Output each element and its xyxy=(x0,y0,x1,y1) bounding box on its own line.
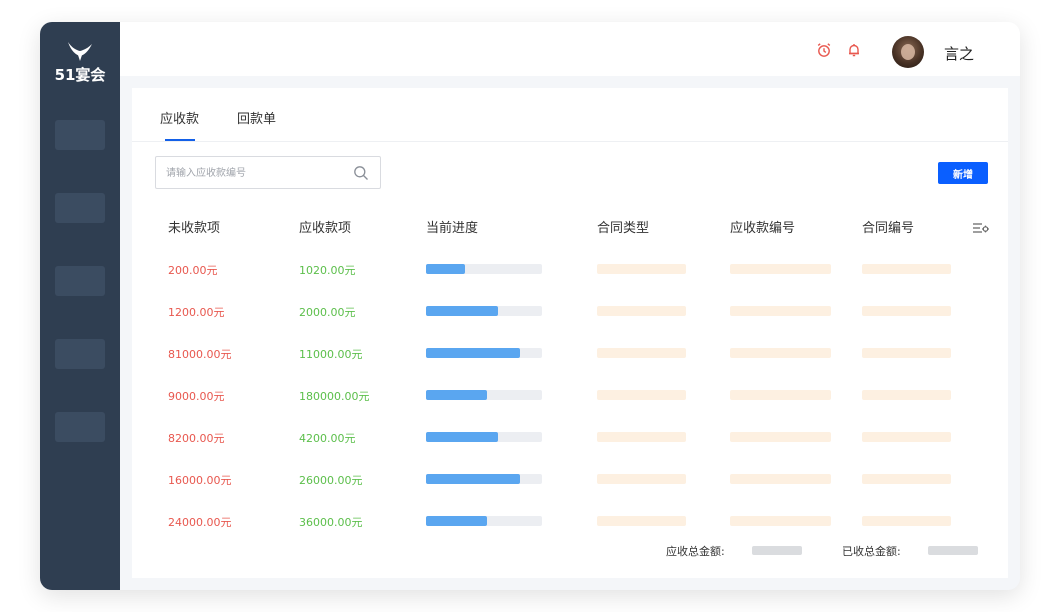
receivable-number-placeholder xyxy=(730,348,831,358)
progress-bar-fill xyxy=(426,516,487,526)
brand-name: 51宴会 xyxy=(54,66,106,84)
top-header: 言之 xyxy=(120,22,1020,76)
add-button[interactable]: 新增 xyxy=(938,162,988,184)
column-header-receivable-number[interactable]: 应收款编号 xyxy=(730,217,795,236)
contract-number-placeholder xyxy=(862,306,951,316)
progress-bar-fill xyxy=(426,306,498,316)
sidebar: 51宴会 xyxy=(40,22,120,590)
bell-icon[interactable] xyxy=(846,42,862,58)
receivable-amount: 26000.00元 xyxy=(299,474,363,487)
received-total-value-placeholder xyxy=(928,546,978,555)
progress-bar xyxy=(426,264,542,274)
progress-bar-fill xyxy=(426,474,520,484)
sidebar-item-4[interactable] xyxy=(55,339,105,369)
progress-bar-fill xyxy=(426,432,498,442)
receivable-amount: 180000.00元 xyxy=(299,390,370,403)
contract-type-placeholder xyxy=(597,390,686,400)
contract-type-placeholder xyxy=(597,264,686,274)
receivable-amount: 4200.00元 xyxy=(299,432,356,445)
progress-bar-fill xyxy=(426,348,520,358)
main-panel: 应收款 回款单 新增 未收款项 应收款项 当前进度 合同类型 应收款编号 合同编… xyxy=(132,88,1008,578)
unpaid-amount: 16000.00元 xyxy=(168,474,232,487)
receivable-number-placeholder xyxy=(730,516,831,526)
progress-bar xyxy=(426,474,542,484)
contract-type-placeholder xyxy=(597,348,686,358)
sidebar-item-3[interactable] xyxy=(55,266,105,296)
column-header-contract-type[interactable]: 合同类型 xyxy=(597,217,649,236)
receivable-number-placeholder xyxy=(730,264,831,274)
contract-number-placeholder xyxy=(862,264,951,274)
app-window: 51宴会 言之 应收款 回款单 请输入应收款编号 新增 未收款项 应收款项 当前… xyxy=(40,22,1020,590)
progress-bar xyxy=(426,432,542,442)
unpaid-amount: 200.00元 xyxy=(168,264,218,277)
progress-bar-fill xyxy=(426,390,487,400)
brand-logo[interactable]: 51宴会 xyxy=(52,38,108,88)
unpaid-amount: 24000.00元 xyxy=(168,516,232,529)
receivable-number-placeholder xyxy=(730,432,831,442)
tab-payment-receipts[interactable]: 回款单 xyxy=(237,108,276,127)
contract-number-placeholder xyxy=(862,348,951,358)
contract-type-placeholder xyxy=(597,432,686,442)
receivable-amount: 11000.00元 xyxy=(299,348,363,361)
column-header-progress[interactable]: 当前进度 xyxy=(426,217,478,236)
sidebar-item-2[interactable] xyxy=(55,193,105,223)
column-header-contract-number[interactable]: 合同编号 xyxy=(862,217,914,236)
contract-type-placeholder xyxy=(597,474,686,484)
received-total-label: 已收总金额: xyxy=(842,545,901,558)
column-header-receivable[interactable]: 应收款项 xyxy=(299,217,351,236)
search-input[interactable] xyxy=(166,164,346,182)
receivable-total-label: 应收总金额: xyxy=(666,545,725,558)
receivable-amount: 36000.00元 xyxy=(299,516,363,529)
receivable-number-placeholder xyxy=(730,306,831,316)
unpaid-amount: 9000.00元 xyxy=(168,390,225,403)
tab-receivables[interactable]: 应收款 xyxy=(160,108,199,127)
sidebar-item-5[interactable] xyxy=(55,412,105,442)
contract-number-placeholder xyxy=(862,474,951,484)
tab-divider xyxy=(132,141,1008,142)
username[interactable]: 言之 xyxy=(944,43,974,64)
contract-number-placeholder xyxy=(862,432,951,442)
progress-bar xyxy=(426,390,542,400)
contract-number-placeholder xyxy=(862,390,951,400)
search-icon[interactable] xyxy=(353,165,369,185)
receivable-total-value-placeholder xyxy=(752,546,802,555)
search-box xyxy=(155,156,381,189)
receivable-amount: 1020.00元 xyxy=(299,264,356,277)
receivable-number-placeholder xyxy=(730,474,831,484)
unpaid-amount: 81000.00元 xyxy=(168,348,232,361)
progress-bar xyxy=(426,348,542,358)
contract-type-placeholder xyxy=(597,516,686,526)
unpaid-amount: 8200.00元 xyxy=(168,432,225,445)
receivable-number-placeholder xyxy=(730,390,831,400)
contract-type-placeholder xyxy=(597,306,686,316)
column-settings-icon[interactable] xyxy=(972,219,990,238)
sidebar-item-1[interactable] xyxy=(55,120,105,150)
progress-bar-fill xyxy=(426,264,465,274)
user-avatar[interactable] xyxy=(892,36,924,68)
contract-number-placeholder xyxy=(862,516,951,526)
bird-logo-icon xyxy=(68,42,92,61)
alarm-clock-icon[interactable] xyxy=(816,42,832,58)
progress-bar xyxy=(426,306,542,316)
column-header-unpaid[interactable]: 未收款项 xyxy=(168,217,220,236)
unpaid-amount: 1200.00元 xyxy=(168,306,225,319)
receivable-amount: 2000.00元 xyxy=(299,306,356,319)
progress-bar xyxy=(426,516,542,526)
